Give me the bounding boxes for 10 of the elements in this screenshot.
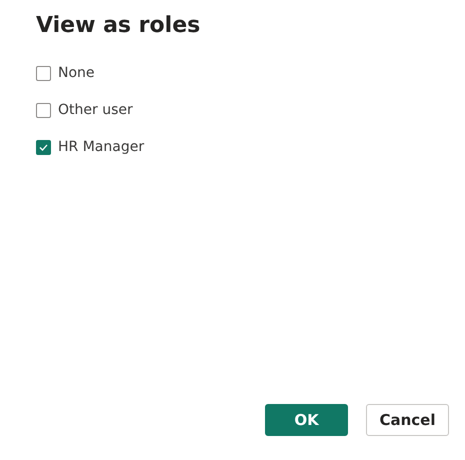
ok-button[interactable]: OK <box>265 404 348 436</box>
checkbox[interactable] <box>36 66 51 81</box>
checkbox-label: None <box>58 64 95 83</box>
checkbox-label: Other user <box>58 101 133 120</box>
checkbox[interactable] <box>36 103 51 118</box>
dialog-title: View as roles <box>36 12 202 40</box>
checkbox-label: HR Manager <box>58 138 144 157</box>
checkbox[interactable] <box>36 140 51 155</box>
checkmark-icon <box>39 144 48 151</box>
cancel-button[interactable]: Cancel <box>366 404 449 436</box>
